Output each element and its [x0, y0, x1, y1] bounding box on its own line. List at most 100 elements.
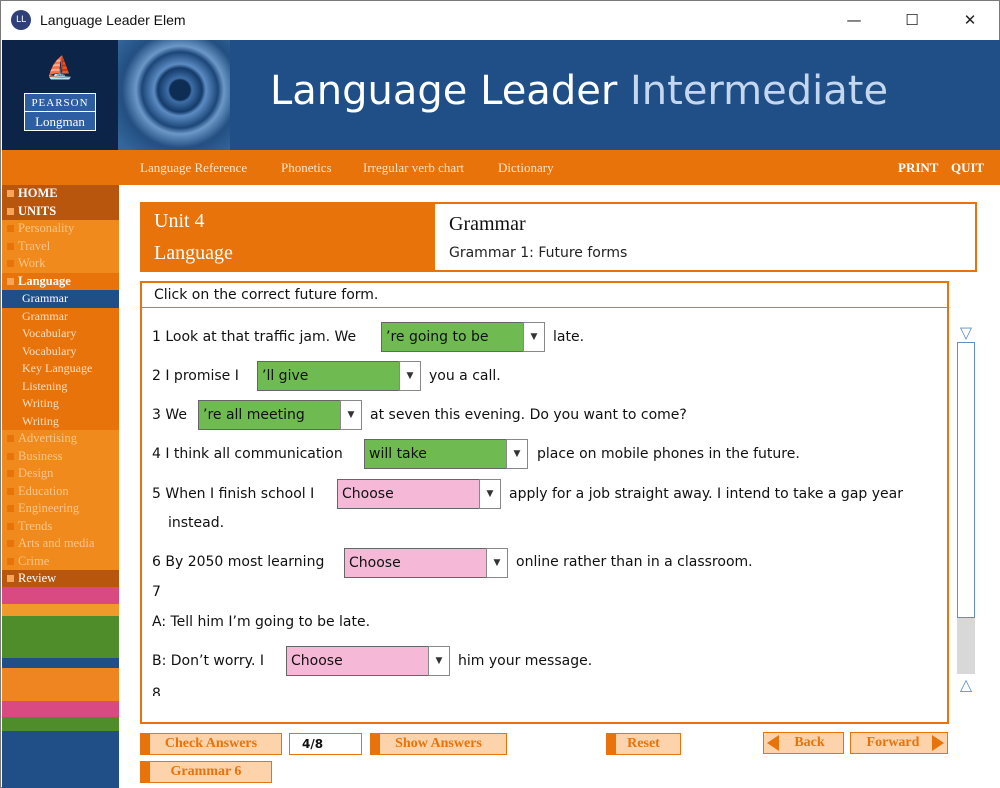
banner-title: Language Leader Intermediate — [270, 68, 888, 114]
title-bar: LL Language Leader Elem — ☐ ✕ — [1, 1, 999, 39]
chevron-down-icon[interactable]: ▼ — [399, 361, 421, 391]
back-button[interactable]: Back — [763, 732, 844, 754]
sidebar-sub-key-language[interactable]: Key Language — [2, 360, 119, 378]
q4-select[interactable]: will take ▼ — [364, 439, 528, 469]
bullet-icon — [7, 505, 14, 512]
sidebar-label: Engineering — [18, 501, 80, 515]
grammar-6-label: Grammar 6 — [170, 764, 242, 779]
grammar-6-button[interactable]: Grammar 6 — [140, 761, 272, 783]
sidebar-label: Language — [18, 273, 71, 288]
sidebar-item-crime[interactable]: Crime — [2, 552, 119, 570]
bullet-icon — [7, 225, 14, 232]
sidebar-item-business[interactable]: Business — [2, 447, 119, 465]
show-answers-label: Show Answers — [395, 736, 482, 751]
forward-label: Forward — [866, 735, 920, 750]
q7-number: 7 — [152, 584, 161, 600]
q5-select[interactable]: Choose ▼ — [337, 479, 501, 509]
chevron-down-icon[interactable]: ▼ — [506, 439, 528, 469]
sidebar-label: UNITS — [18, 203, 57, 218]
section-title: Grammar — [449, 213, 526, 235]
unit-number: Unit 4 — [154, 210, 205, 232]
sidebar-sub-vocabulary-2[interactable]: Vocabulary — [2, 342, 119, 360]
print-button[interactable]: PRINT — [898, 150, 938, 185]
q2-select-value: ’ll give — [262, 368, 309, 384]
reset-button[interactable]: Reset — [606, 733, 681, 755]
nav-language-reference[interactable]: Language Reference — [140, 150, 247, 185]
sidebar-item-advertising[interactable]: Advertising — [2, 430, 119, 448]
q2-prompt: 2 I promise I — [152, 368, 239, 384]
button-accent — [141, 734, 150, 754]
sidebar-item-engineering[interactable]: Engineering — [2, 500, 119, 518]
chevron-down-icon[interactable]: ▼ — [523, 322, 545, 352]
score-display: 4/8 — [289, 733, 362, 755]
decor-stripe — [2, 587, 119, 604]
sidebar-sub-writing[interactable]: Writing — [2, 395, 119, 413]
close-button[interactable]: ✕ — [941, 1, 999, 39]
logo-pearson-text: PEARSON — [24, 93, 96, 111]
nav-dictionary[interactable]: Dictionary — [498, 150, 554, 185]
sidebar-item-travel[interactable]: Travel — [2, 237, 119, 255]
sidebar: HOME UNITS Personality Travel Work Langu… — [2, 185, 119, 788]
q2-select[interactable]: ’ll give ▼ — [257, 361, 421, 391]
scrollbar[interactable]: ▽ △ — [955, 324, 977, 694]
maximize-button[interactable]: ☐ — [883, 1, 941, 39]
check-answers-button[interactable]: Check Answers — [140, 733, 282, 755]
chevron-down-icon[interactable]: ▼ — [428, 646, 450, 676]
sidebar-item-education[interactable]: Education — [2, 482, 119, 500]
q6-select[interactable]: Choose ▼ — [344, 548, 508, 578]
scroll-thumb[interactable] — [957, 342, 975, 618]
decor-stripe — [2, 701, 119, 717]
sidebar-item-design[interactable]: Design — [2, 465, 119, 483]
chevron-down-icon[interactable]: ▼ — [479, 479, 501, 509]
sidebar-sub-writing-2[interactable]: Writing — [2, 412, 119, 430]
sidebar-label: Crime — [18, 553, 50, 568]
q6-prompt: 6 By 2050 most learning — [152, 554, 325, 570]
q6-suffix: online rather than in a classroom. — [516, 554, 753, 570]
minimize-button[interactable]: — — [825, 1, 883, 39]
sidebar-item-arts-and-media[interactable]: Arts and media — [2, 535, 119, 553]
sidebar-label: Arts and media — [18, 536, 95, 550]
nav-phonetics[interactable]: Phonetics — [281, 150, 332, 185]
sidebar-review[interactable]: Review — [2, 570, 119, 588]
sidebar-sub-listening[interactable]: Listening — [2, 377, 119, 395]
scroll-up-icon[interactable]: ▽ — [955, 324, 977, 342]
chevron-down-icon[interactable]: ▼ — [340, 400, 362, 430]
q5-continuation: instead. — [168, 515, 225, 531]
sidebar-label: HOME — [18, 186, 58, 200]
sidebar-sub-grammar[interactable]: Grammar — [2, 307, 119, 325]
app-window: LL Language Leader Elem — ☐ ✕ ⛵ PEARSON … — [0, 0, 1000, 788]
scroll-down-icon[interactable]: △ — [955, 676, 977, 694]
bullet-icon — [7, 207, 14, 215]
sidebar-home[interactable]: HOME — [2, 185, 119, 203]
sidebar-label: Trends — [18, 518, 53, 533]
bullet-icon — [7, 522, 14, 530]
forward-button[interactable]: Forward — [850, 732, 948, 754]
reset-label: Reset — [627, 736, 660, 751]
sidebar-item-personality[interactable]: Personality — [2, 220, 119, 238]
decor-stripe — [2, 717, 119, 731]
quit-button[interactable]: QUIT — [951, 150, 984, 185]
window-title: Language Leader Elem — [40, 12, 186, 28]
sidebar-item-trends[interactable]: Trends — [2, 517, 119, 535]
q1-suffix: late. — [553, 329, 585, 345]
sidebar-label: Review — [18, 571, 57, 585]
subsection-title: Grammar 1: Future forms — [449, 245, 628, 261]
sidebar-item-language[interactable]: Language — [2, 272, 119, 290]
nav-irregular-verb-chart[interactable]: Irregular verb chart — [363, 150, 464, 185]
decor-stripe — [2, 658, 119, 668]
bullet-icon — [7, 277, 14, 285]
sidebar-units[interactable]: UNITS — [2, 202, 119, 220]
chevron-down-icon[interactable]: ▼ — [486, 548, 508, 578]
sidebar-sub-grammar-selected[interactable]: Grammar — [2, 290, 119, 308]
decor-stripe — [2, 616, 119, 658]
q5-select-value: Choose — [342, 486, 394, 502]
top-nav: Language Reference Phonetics Irregular v… — [2, 150, 1000, 185]
sidebar-sub-vocabulary[interactable]: Vocabulary — [2, 325, 119, 343]
q7-select[interactable]: Choose ▼ — [286, 646, 450, 676]
banner: ⛵ PEARSON Longman Language Leader Interm… — [2, 40, 1000, 150]
question-area: 1 Look at that traffic jam. We ’re going… — [140, 308, 949, 724]
show-answers-button[interactable]: Show Answers — [370, 733, 507, 755]
sidebar-item-work[interactable]: Work — [2, 255, 119, 273]
q1-select[interactable]: ’re going to be ▼ — [381, 322, 545, 352]
q3-select[interactable]: ’re all meeting ▼ — [198, 400, 362, 430]
